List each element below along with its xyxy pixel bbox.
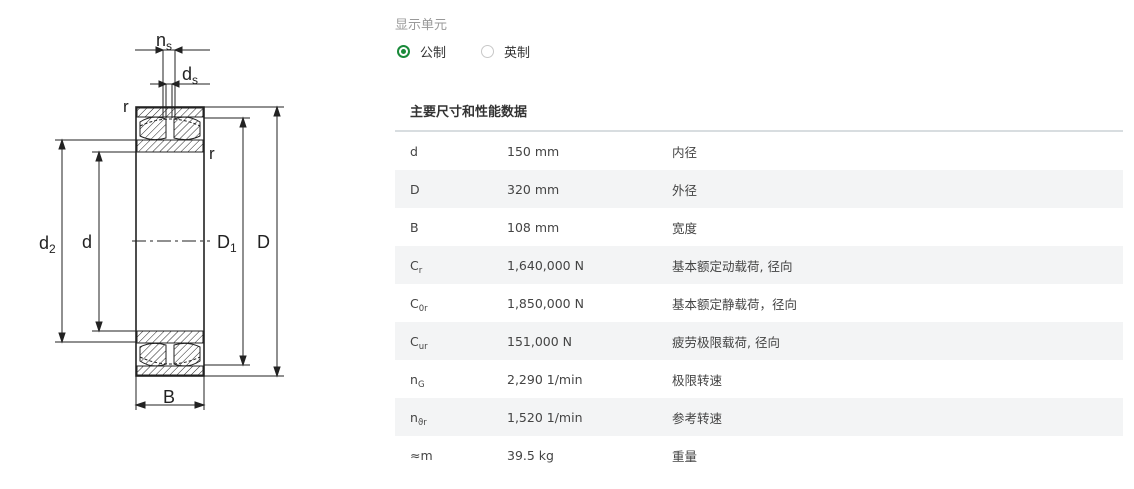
unit-option-label: 英制	[504, 46, 531, 61]
spec-symbol: ≈m	[410, 447, 433, 463]
spec-description: 参考转速	[672, 410, 723, 426]
spec-row: C0r 1,850,000 N 基本额定静载荷，径向	[395, 284, 1123, 322]
spec-description: 基本额定静载荷，径向	[672, 296, 798, 312]
units-label: 显示单元	[395, 18, 448, 33]
spec-value: 2,290 1/min	[507, 371, 583, 387]
D1-label: D1	[217, 232, 237, 255]
spec-symbol: D	[410, 181, 420, 197]
spec-symbol: B	[410, 219, 419, 235]
outer-ring-top	[136, 107, 204, 118]
radio-checked-icon[interactable]	[397, 45, 410, 58]
D-label: D	[257, 232, 270, 252]
spec-value: 108 mm	[507, 219, 560, 235]
spec-description: 极限转速	[672, 372, 723, 388]
spec-symbol: d	[410, 143, 418, 159]
radio-unchecked-icon[interactable]	[481, 45, 495, 58]
spec-row: ≈m 39.5 kg 重量	[395, 436, 1123, 474]
ds-label: ds	[182, 64, 198, 87]
B-label: B	[163, 387, 175, 407]
bearing-cross-section: ns ds r r d2 d D1 D B	[39, 30, 284, 410]
spec-value: 1,520 1/min	[507, 409, 583, 425]
spec-value: 320 mm	[507, 181, 560, 197]
spec-symbol: nG	[410, 371, 425, 390]
unit-option-imperial[interactable]: 英制	[481, 42, 530, 61]
spec-value: 1,640,000 N	[507, 257, 584, 273]
spec-description: 内径	[672, 144, 698, 160]
spec-symbol: nϑr	[410, 409, 427, 428]
spec-row: nG 2,290 1/min 极限转速	[395, 360, 1123, 398]
spec-value: 39.5 kg	[507, 447, 554, 463]
r-label-right: r	[209, 144, 215, 163]
unit-option-label: 公制	[420, 46, 447, 61]
inner-ring-bottom	[136, 330, 204, 344]
spec-value: 1,850,000 N	[507, 295, 584, 311]
spec-description: 基本额定动载荷, 径向	[672, 258, 793, 274]
spec-value: 150 mm	[507, 143, 560, 159]
spec-row: Cr 1,640,000 N 基本额定动载荷, 径向	[395, 246, 1123, 284]
spec-description: 外径	[672, 182, 698, 198]
unit-option-metric[interactable]: 公制	[397, 42, 446, 61]
spec-value: 151,000 N	[507, 333, 573, 349]
inner-ring-top	[136, 139, 204, 153]
spec-row: D 320 mm 外径	[395, 170, 1123, 208]
spec-symbol: Cur	[410, 333, 428, 352]
spec-symbol: Cr	[410, 257, 423, 276]
ns-label: ns	[156, 30, 172, 53]
r-label-top: r	[123, 97, 129, 116]
spec-row: d 150 mm 内径	[395, 132, 1123, 170]
spec-table: d 150 mm 内径 D 320 mm 外径 B 108 mm 宽度 Cr 1…	[395, 132, 1123, 474]
spec-description: 宽度	[672, 220, 698, 236]
spec-row: B 108 mm 宽度	[395, 208, 1123, 246]
d2-label: d2	[39, 233, 56, 256]
outer-ring-bottom	[136, 365, 204, 376]
d-label: d	[82, 232, 92, 252]
spec-symbol: C0r	[410, 295, 428, 314]
section-title: 主要尺寸和性能数据	[410, 105, 528, 120]
spec-description: 重量	[672, 448, 698, 464]
unit-radio-group: 公制 英制	[397, 42, 565, 61]
spec-description: 疲劳极限载荷, 径向	[672, 334, 780, 350]
spec-row: nϑr 1,520 1/min 参考转速	[395, 398, 1123, 436]
bearing-drawing: ns ds r r d2 d D1 D B	[0, 0, 395, 489]
spec-row: Cur 151,000 N 疲劳极限载荷, 径向	[395, 322, 1123, 360]
